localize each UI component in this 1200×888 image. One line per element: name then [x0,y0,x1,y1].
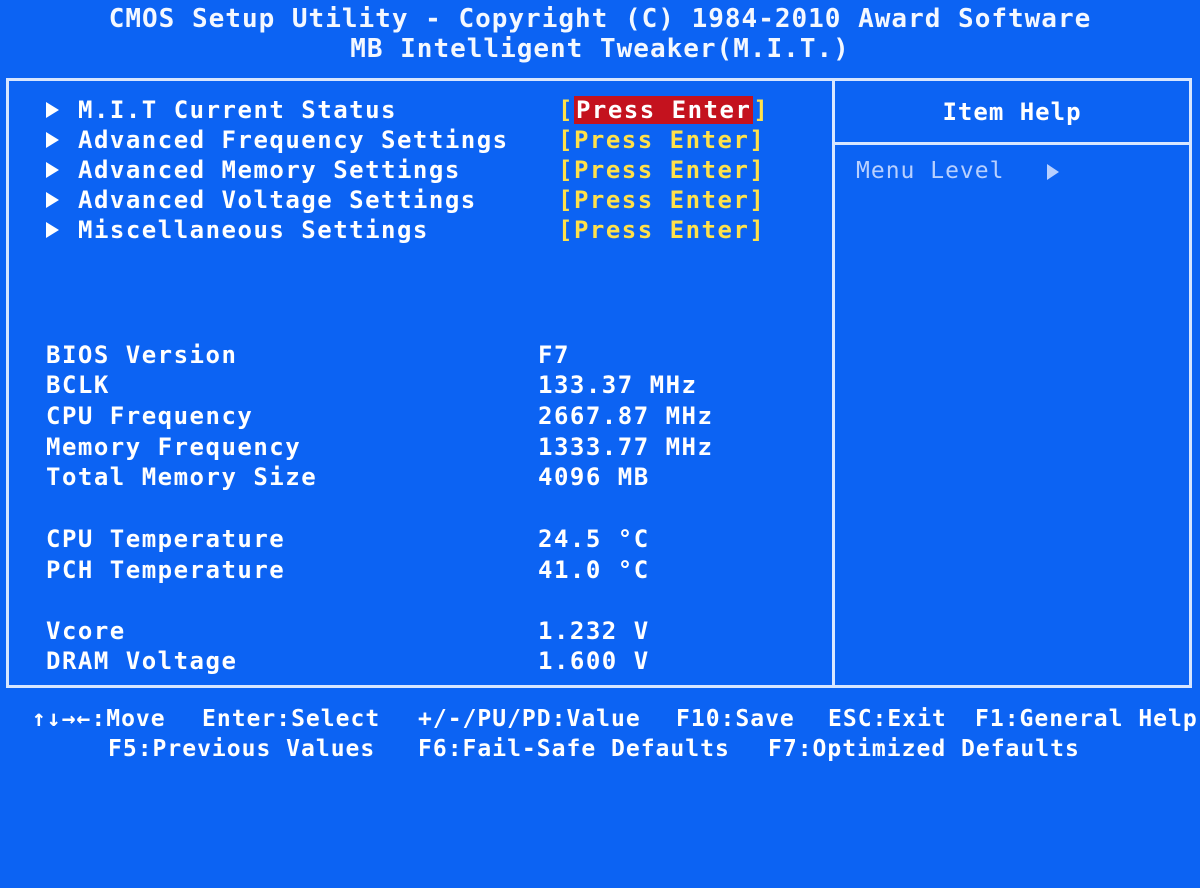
help-divider [835,142,1189,145]
cpu-frequency-label: CPU Frequency [46,402,254,430]
menu-item-label: M.I.T Current Status [78,96,397,124]
press-enter-value[interactable]: [Press Enter] [558,186,765,214]
footer-value-hint: +/-/PU/PD:Value [418,706,641,732]
triangle-right-icon [46,102,59,118]
vertical-divider [832,81,835,685]
triangle-right-icon [46,192,59,208]
footer-general-help-hint: F1:General Help [975,706,1198,732]
triangle-right-icon [1047,164,1059,180]
pch-temperature-value: 41.0 °C [538,556,650,584]
total-memory-size-value: 4096 MB [538,463,650,491]
menu-level-label: Menu Level [856,158,1005,184]
menu-item-label: Advanced Frequency Settings [78,126,509,154]
memory-frequency-label: Memory Frequency [46,433,302,461]
press-enter-value[interactable]: [Press Enter] [558,156,765,184]
footer-failsafe-defaults-hint: F6:Fail-Safe Defaults [418,736,730,762]
footer-move-hint: ↑↓→←:Move [32,706,166,732]
menu-item-advanced-frequency-settings[interactable]: Advanced Frequency Settings [Press Enter… [46,126,764,156]
footer-optimized-defaults-hint: F7:Optimized Defaults [768,736,1080,762]
press-enter-highlight: Press Enter [573,96,754,124]
page-title: MB Intelligent Tweaker(M.I.T.) [350,34,850,64]
press-enter-value[interactable]: [Press Enter] [558,96,769,124]
total-memory-size-label: Total Memory Size [46,463,318,491]
dram-voltage-value: 1.600 V [538,647,650,675]
footer-select-hint: Enter:Select [202,706,381,732]
menu-item-miscellaneous-settings[interactable]: Miscellaneous Settings [Press Enter] [46,216,764,246]
pch-temperature-label: PCH Temperature [46,556,286,584]
footer-line-2: F5:Previous Values F6:Fail-Safe Defaults… [0,736,1200,766]
footer-exit-hint: ESC:Exit [828,706,947,732]
window-title: CMOS Setup Utility - Copyright (C) 1984-… [108,4,1092,34]
memory-frequency-value: 1333.77 MHz [538,433,714,461]
bclk-label: BCLK [46,371,110,399]
footer-save-hint: F10:Save [676,706,795,732]
menu-item-advanced-memory-settings[interactable]: Advanced Memory Settings [Press Enter] [46,156,764,186]
menu-item-label: Advanced Voltage Settings [78,186,477,214]
press-enter-value[interactable]: [Press Enter] [558,126,765,154]
triangle-right-icon [46,222,59,238]
dram-voltage-label: DRAM Voltage [46,647,238,675]
press-enter-value[interactable]: [Press Enter] [558,216,765,244]
menu-item-label: Advanced Memory Settings [78,156,461,184]
item-help-title: Item Help [942,98,1082,126]
triangle-right-icon [46,162,59,178]
menu-item-label: Miscellaneous Settings [78,216,429,244]
footer-previous-values-hint: F5:Previous Values [108,736,376,762]
bclk-value: 133.37 MHz [538,371,698,399]
vcore-label: Vcore [46,617,126,645]
menu-item-mit-current-status[interactable]: M.I.T Current Status [Press Enter] [46,96,768,126]
footer-line-1: ↑↓→←:Move Enter:Select +/-/PU/PD:Value F… [0,706,1200,736]
bios-version-value: F7 [538,341,570,369]
cpu-temperature-label: CPU Temperature [46,525,286,553]
menu-item-advanced-voltage-settings[interactable]: Advanced Voltage Settings [Press Enter] [46,186,764,216]
bios-version-label: BIOS Version [46,341,238,369]
triangle-right-icon [46,132,59,148]
cpu-temperature-value: 24.5 °C [538,525,650,553]
cpu-frequency-value: 2667.87 MHz [538,402,714,430]
vcore-value: 1.232 V [538,617,650,645]
